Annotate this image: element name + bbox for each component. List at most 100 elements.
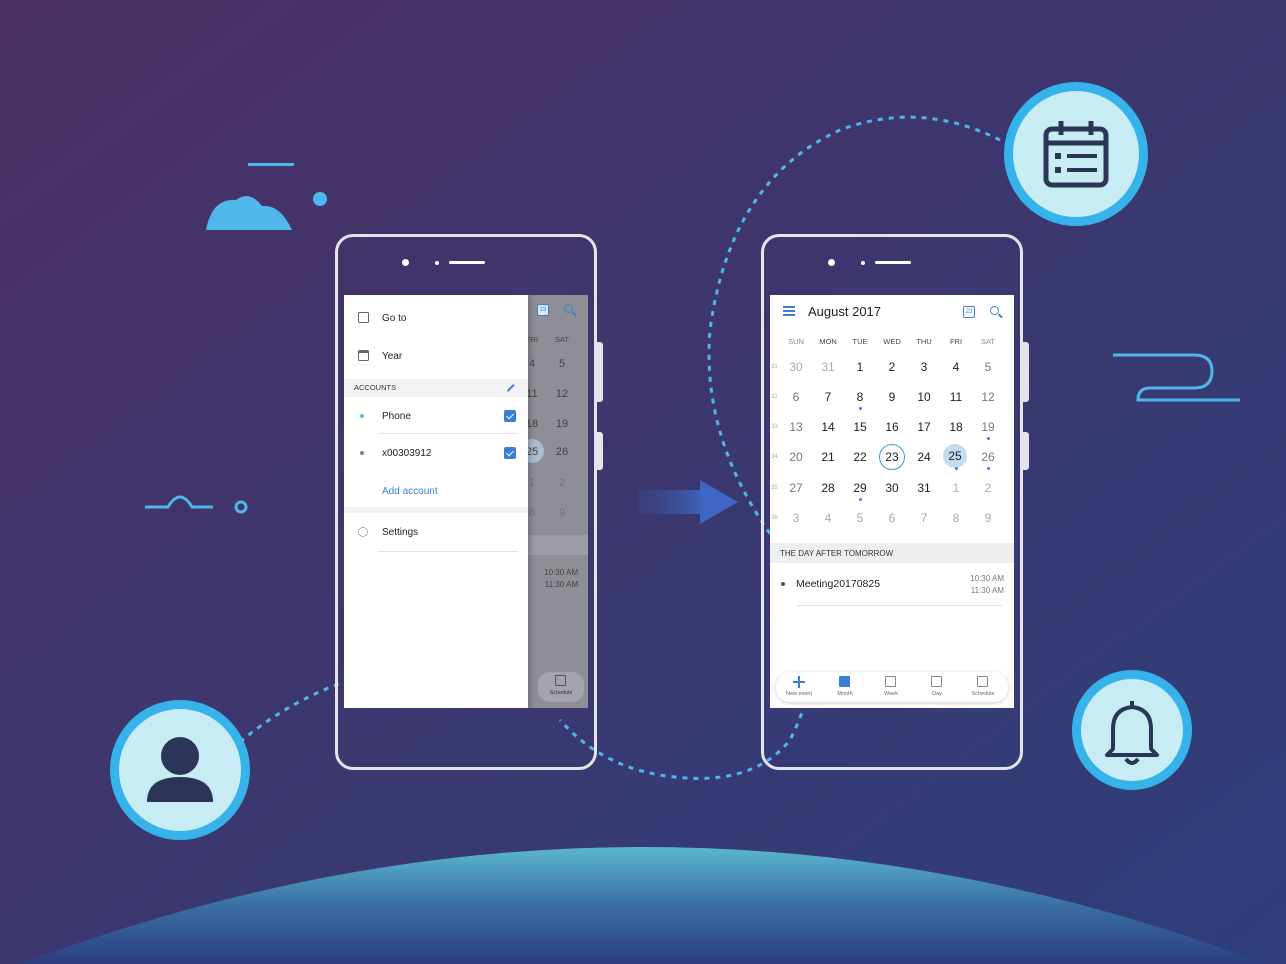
- calendar-day[interactable]: 30: [878, 477, 906, 499]
- event-indicator-dot: [987, 467, 990, 470]
- weekday-label: SAT: [980, 337, 996, 346]
- behind-day: 9: [558, 507, 566, 519]
- weekday-label: SUN: [788, 337, 804, 346]
- nav-label: Week: [884, 691, 898, 697]
- nav-schedule[interactable]: Schedule: [960, 672, 1006, 702]
- account-checkbox[interactable]: [504, 447, 516, 459]
- right-phone: August 2017 23 SUN MON TUE WED THU FRI SAT 31 3…: [761, 234, 1029, 770]
- weekday-label: WED: [883, 337, 901, 346]
- calendar-day[interactable]: 4: [942, 356, 970, 378]
- calendar-day[interactable]: 1: [942, 477, 970, 499]
- calendar-day[interactable]: 30: [782, 356, 810, 378]
- calendar-day[interactable]: 24: [910, 446, 938, 468]
- account-color-dot: [360, 451, 364, 455]
- month-icon: [839, 676, 850, 687]
- schedule-icon: [977, 676, 988, 687]
- month-title: August 2017: [808, 304, 882, 319]
- calendar-day[interactable]: 22: [846, 446, 874, 468]
- today-icon[interactable]: 23: [963, 306, 975, 318]
- add-account-link[interactable]: Add account: [382, 486, 438, 497]
- calendar-day[interactable]: 13: [782, 416, 810, 438]
- calendar-day[interactable]: 26: [974, 446, 1002, 468]
- calendar-day[interactable]: 5: [846, 507, 874, 529]
- calendar-day[interactable]: 21: [814, 446, 842, 468]
- drawer-item-year[interactable]: Year: [344, 341, 528, 371]
- calendar-day[interactable]: 3: [910, 356, 938, 378]
- calendar-day[interactable]: 27: [782, 477, 810, 499]
- account-color-dot: [360, 414, 364, 418]
- event-row[interactable]: Meeting20170825 10:30 AM 11:30 AM: [770, 567, 1014, 603]
- calendar-day[interactable]: 11: [942, 386, 970, 408]
- drawer-item-settings[interactable]: Settings: [344, 517, 528, 547]
- nav-week[interactable]: Week: [868, 672, 914, 702]
- week-icon: [885, 676, 896, 687]
- nav-label: Day: [932, 691, 942, 697]
- camera: [402, 259, 409, 266]
- calendar-day[interactable]: 6: [782, 386, 810, 408]
- calendar-day[interactable]: 15: [846, 416, 874, 438]
- accounts-header-label: ACCOUNTS: [354, 383, 397, 392]
- account-checkbox[interactable]: [504, 410, 516, 422]
- bell-icon-circle: [1072, 670, 1192, 790]
- calendar-day[interactable]: 1: [846, 356, 874, 378]
- calendar-day[interactable]: 8: [846, 386, 874, 408]
- bottom-navigation: New event Month Week Day Schedule: [776, 672, 1008, 702]
- nav-label: New event: [786, 691, 812, 697]
- calendar-day[interactable]: 31: [814, 356, 842, 378]
- sensor: [861, 261, 865, 265]
- calendar-day[interactable]: 10: [910, 386, 938, 408]
- calendar-day[interactable]: 23: [879, 444, 905, 470]
- sensor: [435, 261, 439, 265]
- behind-day: 2: [558, 477, 566, 489]
- weekday-label: THU: [916, 337, 932, 346]
- calendar-day[interactable]: 2: [974, 477, 1002, 499]
- behind-nav-schedule[interactable]: Schedule: [538, 672, 584, 702]
- calendar-day[interactable]: 17: [910, 416, 938, 438]
- nav-month[interactable]: Month: [822, 672, 868, 702]
- weekday-label: FRI: [949, 337, 963, 346]
- calendar-day[interactable]: 19: [974, 416, 1002, 438]
- calendar-day[interactable]: 2: [878, 356, 906, 378]
- search-icon[interactable]: [564, 304, 573, 313]
- calendar-day[interactable]: 31: [910, 477, 938, 499]
- calendar-day[interactable]: 18: [942, 416, 970, 438]
- settings-label: Settings: [382, 527, 419, 538]
- calendar-day[interactable]: 14: [814, 416, 842, 438]
- calendar-day[interactable]: 7: [814, 386, 842, 408]
- drawer-item-goto[interactable]: Go to: [344, 303, 528, 333]
- year-icon: [358, 350, 369, 361]
- calendar-day[interactable]: 4: [814, 507, 842, 529]
- calendar-day[interactable]: 8: [942, 507, 970, 529]
- account-row-x00303912[interactable]: x00303912: [344, 438, 528, 468]
- week-number: 31: [771, 364, 778, 370]
- illustration-stage: 23 FRI SAT 4 5 11 12 18 19 25 26 1 2 8 9…: [0, 0, 1286, 964]
- nav-new-event[interactable]: New event: [776, 672, 822, 702]
- calendar-day[interactable]: 29: [846, 477, 874, 499]
- today-icon[interactable]: 23: [537, 304, 549, 316]
- calendar-day[interactable]: 3: [782, 507, 810, 529]
- calendar-day[interactable]: 9: [878, 386, 906, 408]
- account-row-phone[interactable]: Phone: [344, 401, 528, 431]
- calendar-day[interactable]: 20: [782, 446, 810, 468]
- calendar-day[interactable]: 16: [878, 416, 906, 438]
- nav-label: Schedule: [971, 691, 995, 697]
- calendar-day[interactable]: 9: [974, 507, 1002, 529]
- calendar-day[interactable]: 6: [878, 507, 906, 529]
- nav-label: Month: [837, 691, 853, 697]
- search-icon[interactable]: [990, 306, 999, 315]
- calendar-day[interactable]: 12: [974, 386, 1002, 408]
- nav-day[interactable]: Day: [914, 672, 960, 702]
- event-start-time: 10:30 AM: [970, 574, 1004, 583]
- event-end-time: 11:30 AM: [970, 586, 1004, 595]
- event-indicator-dot: [987, 437, 990, 440]
- section-header: THE DAY AFTER TOMORROW: [770, 543, 1014, 563]
- account-name: Phone: [382, 411, 411, 422]
- drawer-gap: [344, 507, 528, 513]
- calendar-day[interactable]: 5: [974, 356, 1002, 378]
- side-button: [597, 432, 603, 470]
- speaker: [449, 261, 485, 264]
- calendar-day[interactable]: 25: [943, 444, 967, 468]
- calendar-day[interactable]: 7: [910, 507, 938, 529]
- menu-icon[interactable]: [783, 306, 795, 316]
- calendar-day[interactable]: 28: [814, 477, 842, 499]
